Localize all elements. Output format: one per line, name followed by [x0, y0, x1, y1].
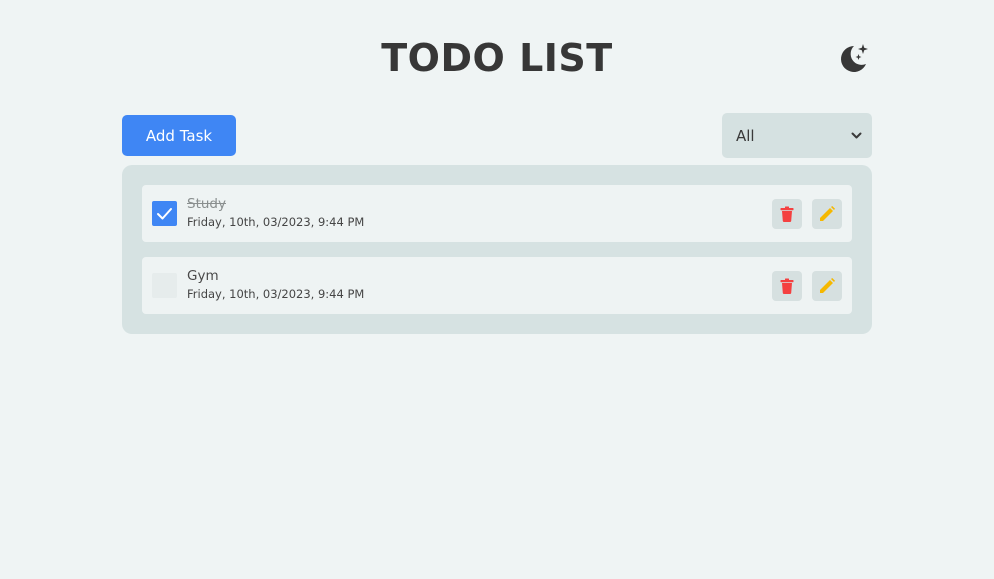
delete-task-button[interactable]: [772, 271, 802, 301]
chevron-down-icon: [851, 132, 862, 138]
edit-task-button[interactable]: [812, 271, 842, 301]
task-item: Study Friday, 10th, 03/2023, 9:44 PM: [142, 185, 852, 242]
task-checkbox[interactable]: [152, 273, 177, 298]
task-checkbox[interactable]: [152, 201, 177, 226]
filter-selected-value: All: [736, 126, 755, 145]
theme-toggle-button[interactable]: [834, 40, 872, 78]
add-task-button[interactable]: Add Task: [122, 115, 236, 156]
task-timestamp: Friday, 10th, 03/2023, 9:44 PM: [187, 215, 365, 229]
moon-stars-icon: [841, 44, 868, 72]
task-list: Study Friday, 10th, 03/2023, 9:44 PM Gym…: [122, 165, 872, 334]
checkmark-icon: [157, 208, 172, 220]
task-title: Study: [187, 196, 226, 212]
task-item: Gym Friday, 10th, 03/2023, 9:44 PM: [142, 257, 852, 314]
pencil-icon: [820, 278, 835, 293]
filter-select[interactable]: All: [722, 113, 872, 158]
task-timestamp: Friday, 10th, 03/2023, 9:44 PM: [187, 287, 365, 301]
trash-icon: [780, 206, 794, 222]
task-title: Gym: [187, 268, 219, 284]
edit-task-button[interactable]: [812, 199, 842, 229]
trash-icon: [780, 278, 794, 294]
pencil-icon: [820, 206, 835, 221]
delete-task-button[interactable]: [772, 199, 802, 229]
